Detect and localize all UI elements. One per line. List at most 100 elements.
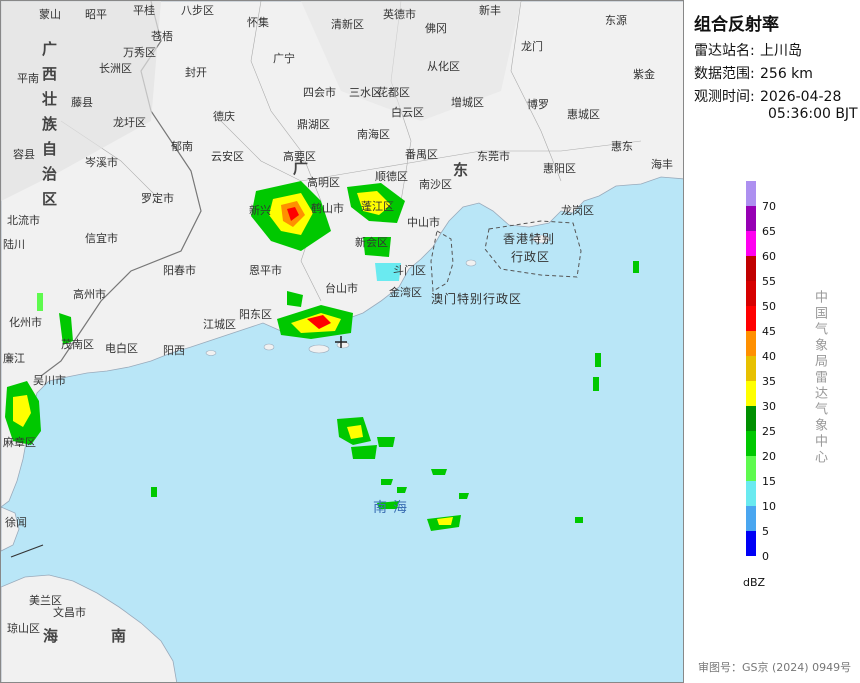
color-scale-segment [746,356,756,381]
color-scale-segment [746,431,756,456]
city-label: 鼎湖区 [297,118,330,131]
city-label: 中山市 [407,216,440,229]
color-scale-tick: 70 [762,200,776,213]
city-label: 容县 [13,148,35,161]
city-label: 昭平 [85,8,107,21]
city-label: 南沙区 [419,178,452,191]
color-scale-tick: 5 [762,525,769,538]
map-approval-number: 审图号：GS京 (2024) 0949号 [698,661,852,674]
city-label: 美兰区 [29,594,62,607]
city-label: 高要区 [283,150,316,163]
leizhou-land [1,506,20,552]
city-label: 恩平市 [249,264,282,277]
hk-boundary [484,220,582,278]
island [336,341,350,349]
color-scale-tick: 10 [762,500,776,513]
city-label: 平南 [17,72,39,85]
color-scale-tick: 55 [762,275,776,288]
city-label: 廉江 [3,352,25,365]
city-label: 番禺区 [405,148,438,161]
color-scale-segment [746,256,756,281]
island [308,344,330,354]
city-label: 长洲区 [99,62,132,75]
radar-map[interactable]: 广西壮族自治区 广 东 海 南 南海 香港特别 行政区 澳门特别行政区 蒙山 昭… [0,0,684,683]
city-label: 文昌市 [53,606,86,619]
range-value: 256 km [760,66,813,82]
city-label: 北流市 [7,214,40,227]
city-label: 龙圩区 [113,116,146,129]
hk-label-line2: 行政区 [511,250,551,264]
city-label: 白云区 [391,106,424,119]
panel-title: 组合反射率 [694,15,779,35]
city-label: 麻章区 [3,436,36,449]
color-scale-tick: 25 [762,425,776,438]
city-label: 增城区 [451,96,484,109]
province-label-guangdong-2: 东 [453,161,470,179]
city-label: 万秀区 [123,46,156,59]
color-scale-tick: 50 [762,300,776,313]
time-label: 观测时间: [694,89,755,105]
province-label-guangdong-1: 广 [293,159,310,177]
color-scale-segment [746,231,756,256]
island [465,259,477,267]
city-label: 惠东 [611,140,633,153]
city-label: 信宜市 [85,232,118,245]
city-label: 岑溪市 [85,156,118,169]
city-label vert: 三水区 [349,86,382,99]
city-label: 佛冈 [425,22,447,35]
city-label: 云安区 [211,150,244,163]
city-label: 茂南区 [61,338,94,351]
city-label: 蒙山 [39,8,61,21]
city-label: 江城区 [203,318,236,331]
color-scale-tick: 65 [762,225,776,238]
city-label: 新兴 [249,204,271,217]
color-scale-segment [746,481,756,506]
city-label: 清新区 [331,18,364,31]
city-label: 博罗 [527,98,549,111]
city-label: 斗门区 [393,264,426,277]
city-label: 藤县 [71,96,93,109]
info-panel: 组合反射率 雷达站名: 上川岛 数据范围: 256 km 观测时间: 2026-04-… [684,0,860,683]
station-row: 雷达站名: 上川岛 [694,40,802,60]
city-label: 四会市 [303,86,336,99]
island [205,350,217,356]
city-label: 蓬江区 [361,200,394,213]
city-label: 龙岗区 [561,204,594,217]
city-label: 阳春市 [163,264,196,277]
city-label: 顺德区 [375,170,408,183]
color-scale-segment [746,506,756,531]
color-scale-tick: 30 [762,400,776,413]
color-scale-tick: 40 [762,350,776,363]
island [263,343,275,351]
color-scale-segment [746,531,756,556]
time-row: 观测时间: 2026-04-28 [694,86,841,106]
color-scale-tick: 20 [762,450,776,463]
color-scale-tick: 0 [762,550,769,563]
province-label-hainan-2: 南 [111,627,128,645]
range-row: 数据范围: 256 km [694,63,813,83]
city-label: 封开 [185,66,207,79]
shipping-line [10,544,44,558]
city-label: 英德市 [383,8,416,21]
color-scale-segment [746,381,756,406]
city-label: 金湾区 [389,286,422,299]
macau-label: 澳门特别行政区 [431,292,523,306]
city-label: 徐闻 [5,516,27,529]
city-label: 平桂 [133,4,155,17]
city-label: 吴川市 [33,374,66,387]
city-label: 怀集 [247,16,269,29]
scale-unit: dBZ [743,576,766,589]
city-label: 惠阳区 [543,162,576,175]
map-canvas [1,1,683,682]
city-label: 德庆 [213,110,235,123]
color-scale-tick: 45 [762,325,776,338]
city-label: 鹤山市 [311,202,344,215]
hk-label-line1: 香港特别 [503,232,556,246]
color-scale-segment [746,181,756,206]
city-label: 惠城区 [567,108,600,121]
city-label: 电白区 [105,342,138,355]
city-label: 苍梧 [151,30,173,43]
color-scale-segment [746,456,756,481]
city-label: 东莞市 [477,150,510,163]
city-label: 新会区 [355,236,388,249]
